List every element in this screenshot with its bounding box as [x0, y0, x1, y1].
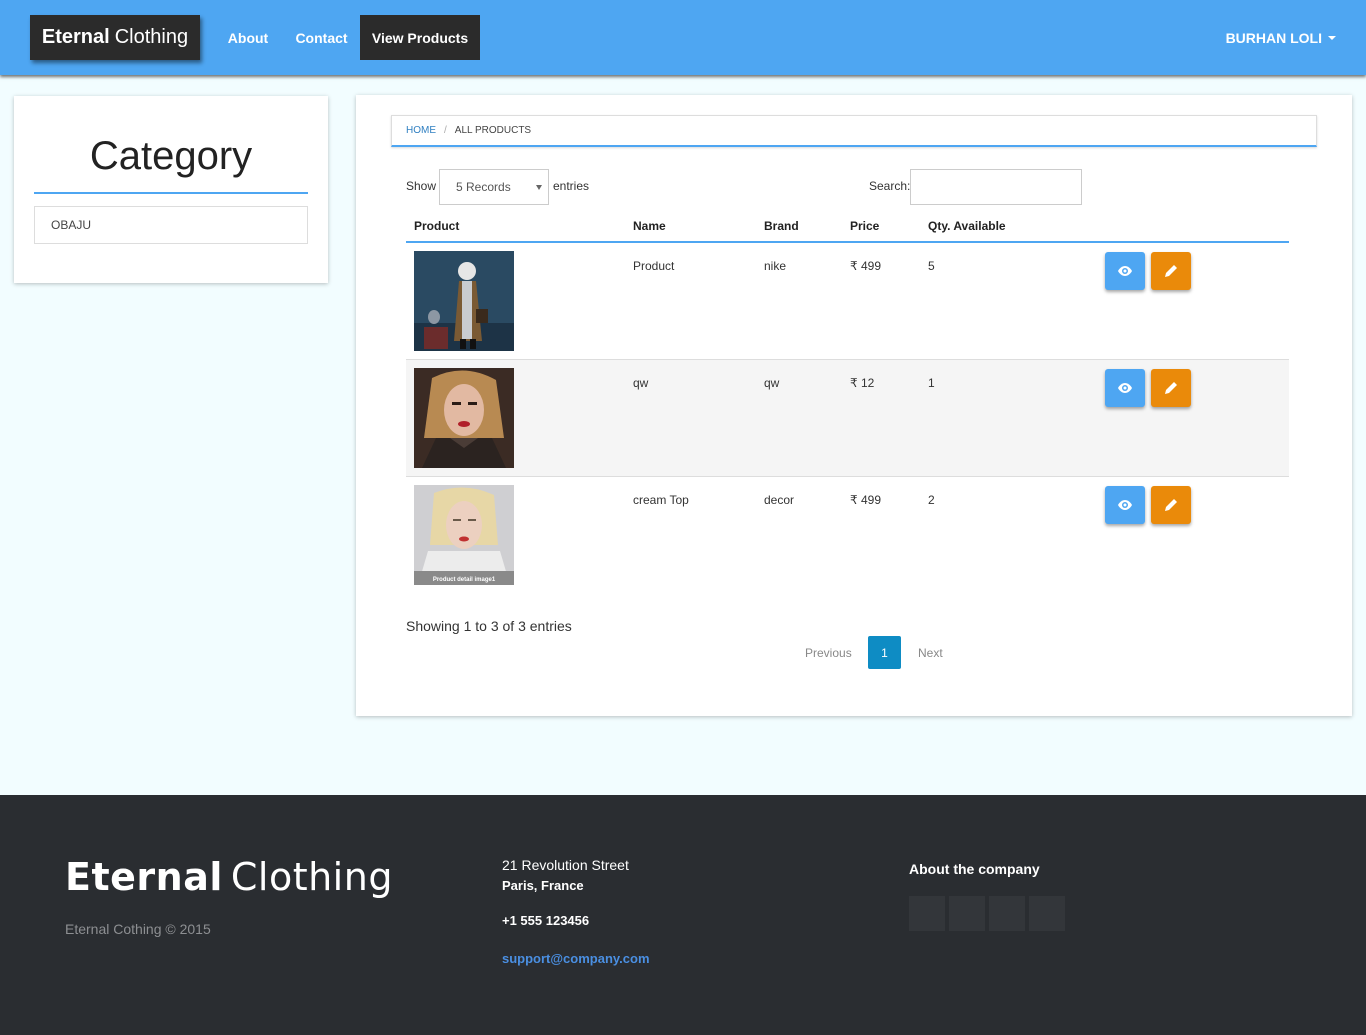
product-price: ₹ 499	[850, 493, 881, 507]
pagination-page-1[interactable]: 1	[868, 636, 901, 669]
breadcrumb-home[interactable]: HOME	[406, 125, 436, 136]
breadcrumb-separator: /	[444, 125, 447, 136]
entries-label: entries	[553, 179, 590, 193]
view-button[interactable]	[1105, 486, 1145, 524]
footer-phone: +1 555 123456	[502, 913, 590, 928]
brand-rest: Clothing	[114, 26, 189, 48]
user-menu[interactable]: BURHAN LOLI	[1226, 15, 1336, 60]
header-brand[interactable]: Brand	[764, 219, 799, 233]
product-brand: nike	[764, 259, 787, 273]
table-row: qw qw ₹ 12 1	[406, 360, 1289, 477]
records-per-page-value: 5 Records	[456, 180, 511, 194]
product-image	[414, 368, 514, 468]
view-button[interactable]	[1105, 369, 1145, 407]
category-panel: Category OBAJU	[14, 96, 328, 283]
product-qty: 1	[928, 376, 935, 390]
social-icon-2[interactable]	[949, 896, 985, 931]
footer-brand: Eternal Clothing	[65, 855, 393, 899]
eye-icon	[1118, 266, 1132, 276]
product-price: ₹ 499	[850, 259, 881, 273]
pagination-previous[interactable]: Previous	[805, 646, 852, 660]
search-input[interactable]	[910, 169, 1082, 205]
table-row: Product nike ₹ 499 5	[406, 243, 1289, 360]
footer-brand-rest: Clothing	[230, 855, 393, 899]
caret-down-icon	[1328, 35, 1336, 40]
eye-icon	[1118, 500, 1132, 510]
breadcrumb: HOME / ALL PRODUCTS	[391, 115, 1317, 147]
product-name: Product	[633, 259, 675, 273]
showing-entries: Showing 1 to 3 of 3 entries	[406, 618, 572, 634]
edit-button[interactable]	[1151, 252, 1191, 290]
product-qty: 5	[928, 259, 935, 273]
pencil-icon	[1165, 382, 1177, 394]
product-name: qw	[633, 376, 649, 390]
category-divider	[34, 192, 308, 194]
svg-text:Product detail image1: Product detail image1	[433, 577, 496, 583]
pencil-icon	[1165, 265, 1177, 277]
product-brand: qw	[764, 376, 780, 390]
product-price: ₹ 12	[850, 376, 875, 390]
header-name[interactable]: Name	[633, 219, 666, 233]
eye-icon	[1118, 383, 1132, 393]
category-item-obaju[interactable]: OBAJU	[34, 206, 308, 244]
brand-bold: Eternal	[41, 26, 110, 48]
table-row: Product detail image1 cream Top decor ₹ …	[406, 477, 1289, 594]
records-per-page-select[interactable]: 5 Records	[439, 169, 549, 205]
footer-brand-bold: Eternal	[65, 855, 223, 899]
header-product[interactable]: Product	[414, 219, 459, 233]
search-label: Search:	[869, 179, 911, 193]
social-icon-4[interactable]	[1029, 896, 1065, 931]
select-arrow-icon	[536, 185, 542, 190]
pencil-icon	[1165, 499, 1177, 511]
nav-view-products[interactable]: View Products	[360, 15, 480, 60]
product-brand: decor	[764, 493, 795, 507]
nav-about[interactable]: About	[214, 15, 282, 60]
breadcrumb-current: ALL PRODUCTS	[454, 125, 532, 136]
nav-contact[interactable]: Contact	[283, 15, 360, 60]
product-name: cream Top	[633, 493, 689, 507]
product-qty: 2	[928, 493, 935, 507]
view-button[interactable]	[1105, 252, 1145, 290]
show-label: Show	[406, 179, 437, 193]
edit-button[interactable]	[1151, 369, 1191, 407]
edit-button[interactable]	[1151, 486, 1191, 524]
user-name: BURHAN LOLI	[1225, 29, 1322, 46]
product-image: Product detail image1	[414, 485, 514, 585]
header-price[interactable]: Price	[850, 219, 879, 233]
header-qty[interactable]: Qty. Available	[928, 219, 1006, 233]
footer-street: 21 Revolution Street	[502, 857, 629, 873]
pagination-next[interactable]: Next	[918, 646, 943, 660]
social-icon-1[interactable]	[909, 896, 945, 931]
navbar: Eternal Clothing About Contact View Prod…	[0, 0, 1366, 75]
footer-city: Paris, France	[502, 878, 584, 893]
products-panel: HOME / ALL PRODUCTS Show 5 Records entri…	[356, 95, 1352, 716]
brand-logo[interactable]: Eternal Clothing	[30, 15, 200, 60]
footer-email-link[interactable]: support@company.com	[502, 951, 650, 966]
footer: Eternal Clothing Eternal Cothing © 2015 2…	[0, 795, 1366, 1035]
category-title: Category	[89, 134, 253, 178]
footer-about-heading: About the company	[909, 861, 1040, 877]
product-image	[414, 251, 514, 351]
social-icon-3[interactable]	[989, 896, 1025, 931]
footer-copyright: Eternal Cothing © 2015	[65, 921, 211, 937]
